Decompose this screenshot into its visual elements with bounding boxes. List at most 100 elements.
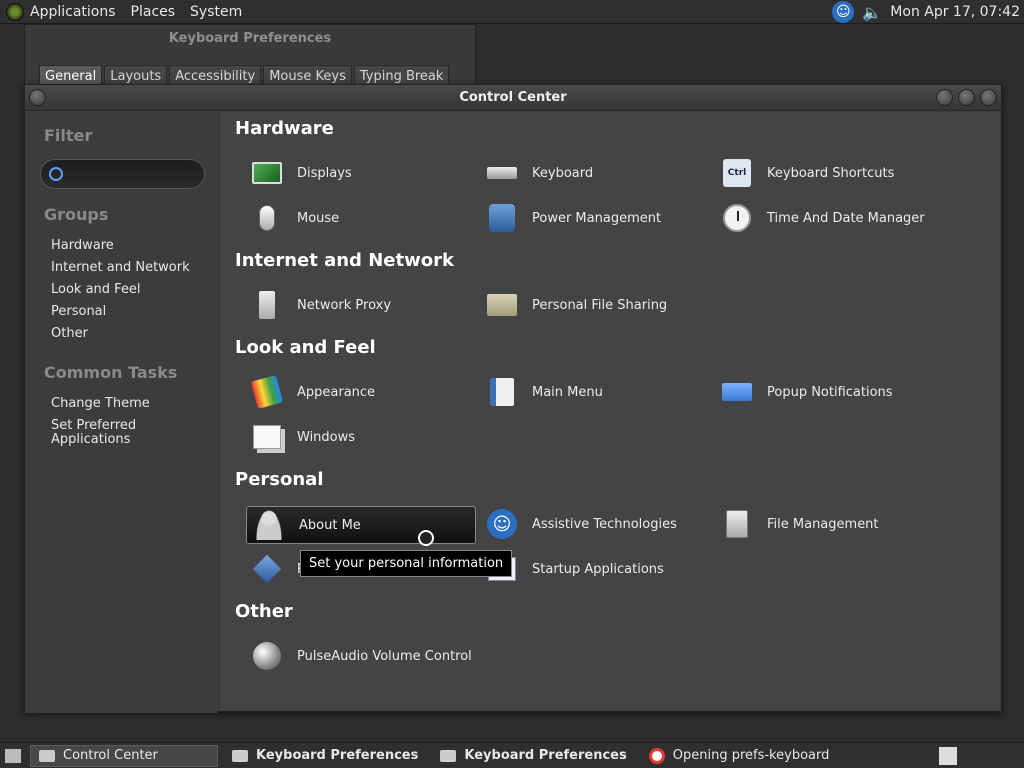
minimize-button[interactable] [936,89,953,106]
pulseaudio-icon [251,640,283,672]
control-center-icon [39,749,55,762]
close-button[interactable] [980,89,997,106]
notification-area: ☺ 🔈 Mon Apr 17, 07:42 [832,0,1020,24]
appearance-palette-icon [250,375,284,409]
bottom-panel: Control Center Keyboard Preferences Keyb… [0,742,1024,768]
item-popup-notifications[interactable]: Popup Notifications [715,373,945,411]
item-label: Personal File Sharing [532,297,668,313]
network-proxy-icon [251,289,283,321]
ctrl-key-glyph: Ctrl [723,159,751,187]
diamond-icon [251,553,283,585]
item-label: Time And Date Manager [767,210,925,226]
maximize-button[interactable] [958,89,975,106]
workspace-switcher-icon[interactable] [938,746,958,766]
item-label: Startup Applications [532,561,664,577]
taskbar-opening-prefs-keyboard[interactable]: Opening prefs-keyboard [641,745,838,767]
folder-share-icon [486,289,518,321]
keyboard-icon [440,749,457,762]
keyboard-icon [486,157,518,189]
displays-icon [251,157,283,189]
main-menu-icon [486,376,518,408]
sidebar: Filter Groups Hardware Internet and Netw… [25,112,218,713]
item-label: Power Management [532,210,662,226]
section-title-look-and-feel: Look and Feel [235,337,376,358]
keyboard-icon [232,749,248,762]
item-personal-file-sharing[interactable]: Personal File Sharing [480,286,710,324]
lifebuoy-icon [648,747,665,764]
show-desktop-icon[interactable] [4,747,22,764]
mouse-cursor-icon [418,530,434,546]
item-label: File Management [767,516,879,532]
item-displays[interactable]: Displays [245,154,475,192]
item-time-and-date[interactable]: Time And Date Manager [715,199,945,237]
item-keyboard-shortcuts[interactable]: Ctrl Keyboard Shortcuts [715,154,945,192]
windows-icon [251,421,283,453]
task-label: Opening prefs-keyboard [672,748,830,763]
item-label: Mouse [297,210,340,226]
tooltip: Set your personal information [300,550,513,577]
filter-input[interactable] [69,166,199,182]
task-label: Keyboard Preferences [256,748,419,763]
clock[interactable]: Mon Apr 17, 07:42 [890,4,1020,20]
keyboard-shortcuts-icon: Ctrl [721,157,753,189]
item-windows[interactable]: Windows [245,418,475,456]
item-mouse[interactable]: Mouse [245,199,475,237]
task-label: Control Center [63,748,158,763]
about-me-person-icon [253,509,285,541]
menu-places[interactable]: Places [131,4,176,20]
item-label: Assistive Technologies [532,516,677,532]
item-pulseaudio-volume-control[interactable]: PulseAudio Volume Control [245,637,475,675]
item-label: Keyboard [532,165,594,181]
item-network-proxy[interactable]: Network Proxy [245,286,475,324]
filter-field[interactable] [40,159,205,189]
taskbar-control-center[interactable]: Control Center [30,744,218,767]
item-label: Displays [297,165,352,181]
item-startup-applications[interactable]: Startup Applications [480,550,710,588]
titlebar[interactable]: Control Center [25,85,1001,111]
menu-system[interactable]: System [190,4,242,20]
task-change-theme[interactable]: Change Theme [51,393,161,415]
item-main-menu[interactable]: Main Menu [480,373,710,411]
item-about-me[interactable]: About Me [246,506,476,544]
item-file-management[interactable]: File Management [715,505,945,543]
window-title: Keyboard Preferences [168,31,332,46]
tasks-list: Change Theme Set Preferred Applications [51,393,161,447]
item-label: About Me [299,517,361,533]
section-title-other: Other [235,601,293,622]
sidebar-item-personal[interactable]: Personal [51,301,190,323]
item-power-management[interactable]: Power Management [480,199,710,237]
groups-heading: Groups [44,205,109,224]
taskbar-keyboard-preferences-1[interactable]: Keyboard Preferences [224,745,426,767]
item-label: Appearance [297,384,376,400]
item-keyboard[interactable]: Keyboard [480,154,710,192]
taskbar-keyboard-preferences-2[interactable]: Keyboard Preferences [432,745,634,767]
mouse-icon [251,202,283,234]
control-center-window: Control Center Filter Groups Hardware In… [24,84,1002,713]
item-label: Keyboard Shortcuts [767,165,895,181]
item-label: PulseAudio Volume Control [297,648,472,664]
section-title-personal: Personal [235,469,324,490]
sidebar-item-look-and-feel[interactable]: Look and Feel [51,279,190,301]
volume-icon[interactable]: 🔈 [862,2,882,22]
power-management-icon [486,202,518,234]
task-set-preferred-applications[interactable]: Set Preferred Applications [51,419,161,447]
sidebar-item-other[interactable]: Other [51,323,190,345]
sidebar-item-internet-and-network[interactable]: Internet and Network [51,257,190,279]
item-assistive-technologies[interactable]: ☺ Assistive Technologies [480,505,710,543]
item-label: Windows [297,429,356,445]
item-appearance[interactable]: Appearance [245,373,475,411]
search-icon [49,167,63,181]
control-center-content: Hardware Displays Keyboard Ctrl Keyboard… [219,112,1000,710]
clock-icon [721,202,753,234]
accessibility-icon[interactable]: ☺ [832,1,855,23]
menu-applications[interactable]: Applications [30,4,116,20]
top-panel: Applications Places System ☺ 🔈 Mon Apr 1… [0,0,1024,24]
gnome-foot-icon[interactable] [6,2,24,21]
section-title-hardware: Hardware [235,118,334,139]
sidebar-item-hardware[interactable]: Hardware [51,235,190,257]
window-menu-button[interactable] [29,89,46,106]
popup-notification-icon [721,376,753,408]
window-title: Control Center [459,90,567,105]
item-label: Popup Notifications [767,384,893,400]
filter-heading: Filter [44,126,93,145]
